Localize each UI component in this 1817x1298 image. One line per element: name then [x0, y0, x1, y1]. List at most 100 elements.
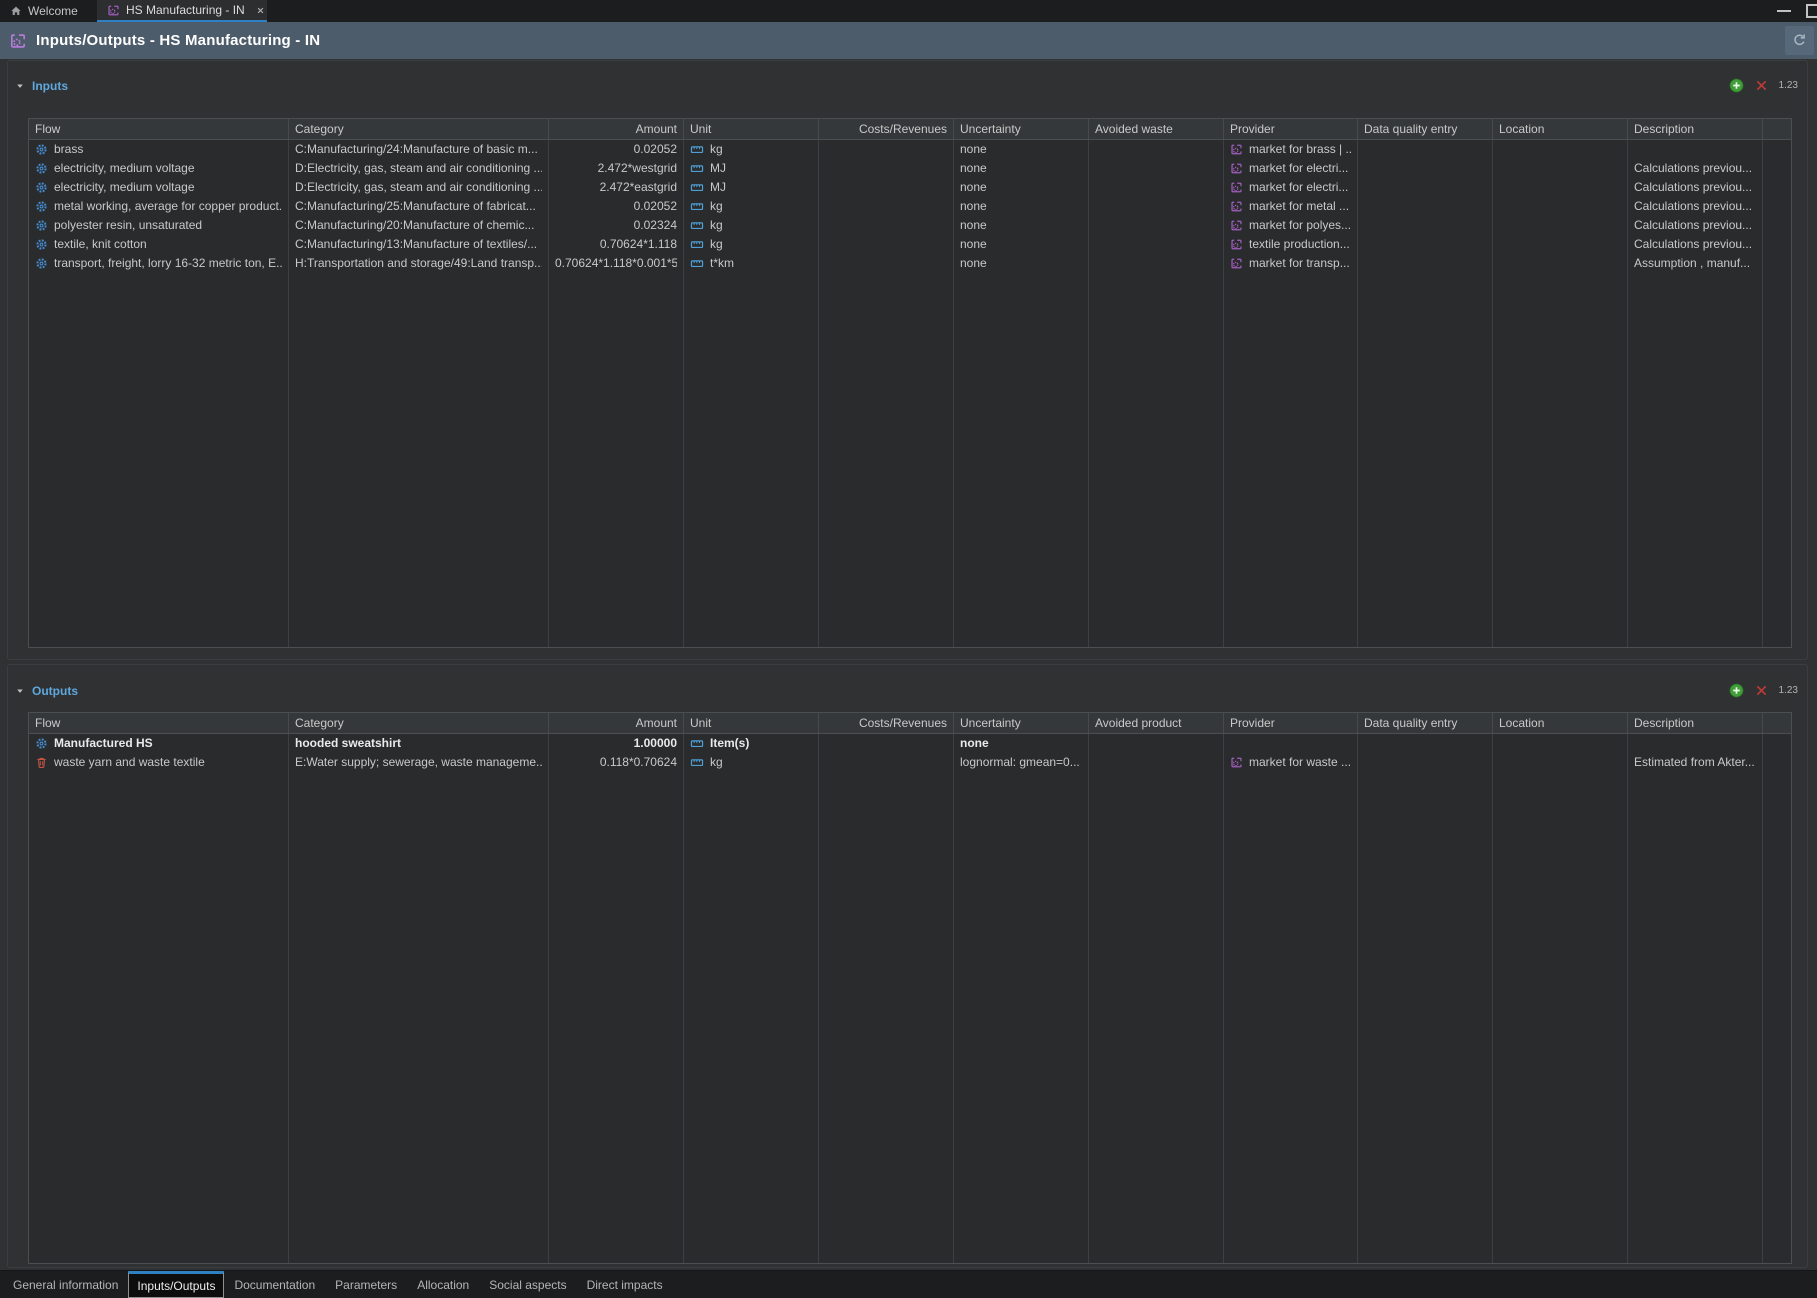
unit-label: kg	[710, 142, 723, 156]
outputs-table-empty-area	[29, 772, 1791, 1263]
table-row[interactable]: brass C:Manufacturing/24:Manufacture of …	[29, 140, 1791, 159]
table-row[interactable]: transport, freight, lorry 16-32 metric t…	[29, 254, 1791, 273]
table-row[interactable]: Manufactured HS hooded sweatshirt 1.0000…	[29, 734, 1791, 753]
category-cell: H:Transportation and storage/49:Land tra…	[289, 254, 549, 273]
provider-cell: market for electri...	[1224, 159, 1358, 178]
tab-allocation[interactable]: Allocation	[407, 1271, 479, 1298]
column-header-provider[interactable]: Provider	[1224, 119, 1358, 139]
remove-row-button[interactable]	[1754, 78, 1769, 93]
table-row[interactable]: textile, knit cotton C:Manufacturing/13:…	[29, 235, 1791, 254]
column-header-uncertainty[interactable]: Uncertainty	[954, 119, 1089, 139]
tab-social-aspects[interactable]: Social aspects	[479, 1271, 576, 1298]
add-row-button[interactable]	[1729, 683, 1744, 698]
avoided-cell	[1089, 159, 1224, 178]
column-header-avoided-product[interactable]: Avoided product	[1089, 713, 1224, 733]
column-header-amount[interactable]: Amount	[549, 119, 684, 139]
process-icon	[107, 4, 120, 17]
unit-cell: MJ	[684, 178, 819, 197]
description-cell	[1628, 734, 1763, 753]
description-label: Calculations previou...	[1634, 180, 1753, 194]
flow-label: electricity, medium voltage	[54, 180, 195, 194]
remove-row-button[interactable]	[1754, 683, 1769, 698]
column-header-category[interactable]: Category	[289, 119, 549, 139]
costs-cell	[819, 235, 954, 254]
window-minimize-button[interactable]	[1777, 10, 1791, 12]
avoided-cell	[1089, 140, 1224, 159]
tab-documentation[interactable]: Documentation	[224, 1271, 325, 1298]
column-header-provider[interactable]: Provider	[1224, 713, 1358, 733]
add-row-button[interactable]	[1729, 78, 1744, 93]
avoided-cell	[1089, 197, 1224, 216]
column-header-uncertainty[interactable]: Uncertainty	[954, 713, 1089, 733]
flow-cell: brass	[29, 140, 289, 159]
flow-label: waste yarn and waste textile	[54, 755, 205, 769]
flow-label: textile, knit cotton	[54, 237, 147, 251]
category-label: C:Manufacturing/25:Manufacture of fabric…	[295, 199, 536, 213]
category-label: E:Water supply; sewerage, waste manageme…	[295, 755, 542, 769]
description-label: Calculations previou...	[1634, 161, 1753, 175]
tab-general-information[interactable]: General information	[3, 1271, 128, 1298]
unit-label: kg	[710, 755, 723, 769]
table-row[interactable]: electricity, medium voltage D:Electricit…	[29, 178, 1791, 197]
column-header-location[interactable]: Location	[1493, 713, 1628, 733]
tab-direct-impacts[interactable]: Direct impacts	[577, 1271, 673, 1298]
close-icon[interactable]	[255, 5, 266, 16]
category-cell: D:Electricity, gas, steam and air condit…	[289, 159, 549, 178]
column-header-location[interactable]: Location	[1493, 119, 1628, 139]
category-label: D:Electricity, gas, steam and air condit…	[295, 161, 542, 175]
flow-icon	[35, 257, 48, 270]
flow-label: brass	[54, 142, 84, 156]
table-row[interactable]: electricity, medium voltage D:Electricit…	[29, 159, 1791, 178]
refresh-button[interactable]	[1785, 26, 1814, 55]
column-header-unit[interactable]: Unit	[684, 119, 819, 139]
number-format-button[interactable]: 1.23	[1779, 685, 1798, 696]
amount-value: 0.118*0.70624	[599, 755, 677, 769]
spacer-cell	[1763, 216, 1791, 235]
costs-cell	[819, 178, 954, 197]
unit-label: kg	[710, 199, 723, 213]
column-header-description[interactable]: Description	[1628, 119, 1763, 139]
spacer-cell	[1763, 734, 1791, 753]
table-row[interactable]: waste yarn and waste textile E:Water sup…	[29, 753, 1791, 772]
unit-icon	[690, 737, 704, 750]
column-header-costs[interactable]: Costs/Revenues	[819, 713, 954, 733]
data-quality-cell	[1358, 753, 1493, 772]
inputs-section-toggle[interactable]: Inputs	[15, 77, 68, 95]
tab-inputs-outputs[interactable]: Inputs/Outputs	[128, 1271, 225, 1298]
data-quality-cell	[1358, 216, 1493, 235]
costs-cell	[819, 197, 954, 216]
column-header-amount[interactable]: Amount	[549, 713, 684, 733]
table-row[interactable]: metal working, average for copper produc…	[29, 197, 1791, 216]
spacer-cell	[1763, 753, 1791, 772]
flow-label: Manufactured HS	[54, 736, 153, 750]
amount-value: 0.70624*1.118	[599, 237, 677, 251]
provider-cell: market for electri...	[1224, 178, 1358, 197]
column-header-dq[interactable]: Data quality entry	[1358, 713, 1493, 733]
uncertainty-cell: lognormal: gmean=0...	[954, 753, 1089, 772]
column-header-avoided[interactable]: Avoided waste	[1089, 119, 1224, 139]
avoided-cell	[1089, 753, 1224, 772]
table-row[interactable]: polyester resin, unsaturated C:Manufactu…	[29, 216, 1791, 235]
tab-parameters[interactable]: Parameters	[325, 1271, 407, 1298]
column-header-unit[interactable]: Unit	[684, 713, 819, 733]
column-header-dq[interactable]: Data quality entry	[1358, 119, 1493, 139]
location-cell	[1493, 140, 1628, 159]
column-header-flow[interactable]: Flow	[29, 713, 289, 733]
column-header-description[interactable]: Description	[1628, 713, 1763, 733]
unit-label: MJ	[710, 180, 726, 194]
outputs-section-toggle[interactable]: Outputs	[15, 682, 78, 700]
uncertainty-value: none	[960, 256, 987, 270]
provider-process-icon	[1230, 238, 1243, 251]
tab-welcome[interactable]: Welcome	[0, 0, 88, 22]
column-header-category[interactable]: Category	[289, 713, 549, 733]
tab-hs-manufacturing[interactable]: HS Manufacturing - IN	[97, 0, 267, 22]
category-cell: E:Water supply; sewerage, waste manageme…	[289, 753, 549, 772]
column-header-costs[interactable]: Costs/Revenues	[819, 119, 954, 139]
window-maximize-button[interactable]	[1806, 4, 1817, 18]
column-header-flow[interactable]: Flow	[29, 119, 289, 139]
description-label: Estimated from Akter...	[1634, 755, 1755, 769]
amount-cell: 0.02052	[549, 197, 684, 216]
number-format-button[interactable]: 1.23	[1779, 80, 1798, 91]
category-label: D:Electricity, gas, steam and air condit…	[295, 180, 542, 194]
inputs-table-empty-area	[29, 273, 1791, 647]
